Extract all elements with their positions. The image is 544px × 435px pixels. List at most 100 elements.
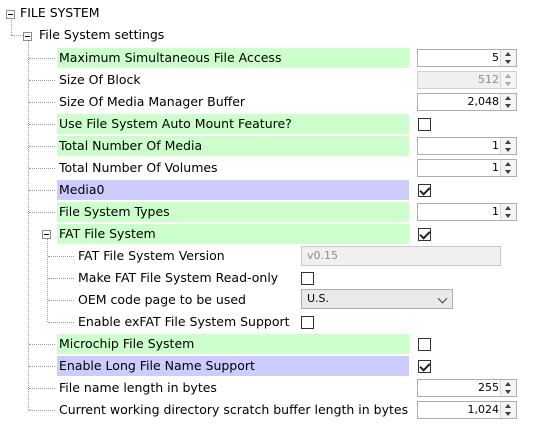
setting-label: Size Of Media Manager Buffer (59, 94, 246, 109)
fat-fs-checkbox[interactable] (418, 228, 431, 241)
max-file-access-spinner[interactable]: 5 (417, 49, 517, 67)
exfat-support-checkbox[interactable] (301, 316, 314, 329)
tree-connector (29, 344, 55, 345)
media-manager-buffer-spinner[interactable]: 2,048 (417, 93, 517, 111)
spin-down-arrow-icon[interactable] (501, 168, 516, 176)
spinner-value: 512 (478, 73, 499, 86)
spin-down-arrow-icon[interactable] (501, 102, 516, 110)
tree-connector (29, 410, 55, 411)
setting-label: FAT File System Version (78, 248, 225, 263)
checkmark-icon (419, 360, 431, 372)
collapse-icon[interactable] (6, 10, 15, 19)
fat-readonly-checkbox[interactable] (301, 272, 314, 285)
total-volumes-spinner[interactable]: 1 (417, 159, 517, 177)
tree-connector (48, 256, 74, 257)
spin-down-arrow-icon[interactable] (501, 388, 516, 396)
total-media-spinner[interactable]: 1 (417, 137, 517, 155)
spin-up-arrow-icon[interactable] (501, 402, 516, 410)
tree-connector (29, 124, 55, 125)
setting-total-media: Total Number Of Media 1 (0, 134, 544, 156)
spin-down-arrow-icon[interactable] (501, 410, 516, 418)
collapse-icon[interactable] (23, 32, 32, 41)
spin-up-arrow-icon[interactable] (501, 94, 516, 102)
setting-label: Size Of Block (59, 72, 141, 87)
collapse-icon[interactable] (42, 230, 51, 239)
fs-types-spinner[interactable]: 1 (417, 203, 517, 221)
spin-up-arrow-icon[interactable] (501, 204, 516, 212)
tree-connector (48, 322, 74, 323)
setting-label: Use File System Auto Mount Feature? (57, 114, 409, 134)
setting-label: Enable exFAT File System Support (78, 314, 290, 329)
block-size-spinner: 512 (417, 71, 517, 89)
spin-up-arrow-icon[interactable] (501, 138, 516, 146)
setting-block-size: Size Of Block 512 (0, 68, 544, 90)
tree-connector (29, 80, 55, 81)
tree-connector (29, 366, 55, 367)
spin-down-arrow-icon[interactable] (501, 146, 516, 154)
tree-node-label: File System settings (39, 27, 165, 42)
spin-up-arrow-icon[interactable] (501, 50, 516, 58)
long-file-name-checkbox[interactable] (418, 360, 431, 373)
setting-long-file-name: Enable Long File Name Support (0, 354, 544, 376)
setting-media0: Media0 (0, 178, 544, 200)
spin-up-arrow-icon (501, 72, 516, 80)
spin-down-arrow-icon[interactable] (501, 58, 516, 66)
spinner-value: 1 (492, 205, 499, 218)
media0-checkbox[interactable] (418, 184, 431, 197)
setting-label: File name length in bytes (59, 380, 217, 395)
tree-node-label: FILE SYSTEM (20, 5, 100, 20)
setting-max-file-access: Maximum Simultaneous File Access 5 (0, 46, 544, 68)
tree-connector (29, 102, 55, 103)
setting-label: OEM code page to be used (78, 292, 246, 307)
setting-label: FAT File System (57, 224, 409, 244)
setting-label: Make FAT File System Read-only (78, 270, 279, 285)
file-name-length-spinner[interactable]: 255 (417, 379, 517, 397)
tree-connector (29, 190, 55, 191)
spin-down-arrow-icon[interactable] (501, 212, 516, 220)
setting-label: Media0 (57, 180, 409, 200)
setting-label: Total Number Of Media (57, 136, 409, 156)
microchip-fs-checkbox[interactable] (418, 338, 431, 351)
cwd-buffer-spinner[interactable]: 1,024 (417, 401, 517, 419)
spinner-value: 1,024 (467, 403, 500, 416)
setting-label: Current working directory scratch buffer… (59, 402, 409, 417)
fat-version-field: v0.15 (301, 246, 501, 266)
select-value: U.S. (307, 292, 330, 305)
setting-label: Microchip File System (57, 334, 409, 354)
oem-code-page-select[interactable]: U.S. (301, 289, 453, 309)
chevron-down-icon[interactable] (437, 293, 448, 304)
setting-fat-version: FAT File System Version v0.15 (0, 244, 544, 266)
setting-microchip-fs: Microchip File System (0, 332, 544, 354)
spinner-value: 5 (492, 51, 499, 64)
spinner-value: 1 (492, 161, 499, 174)
setting-exfat-support: Enable exFAT File System Support (0, 310, 544, 332)
setting-label: File System Types (57, 202, 409, 222)
setting-fs-types: File System Types 1 (0, 200, 544, 222)
spinner-value: 255 (478, 381, 499, 394)
setting-fat-fs: FAT File System (0, 222, 544, 244)
tree-connector (48, 278, 74, 279)
tree-connector (29, 388, 55, 389)
auto-mount-checkbox[interactable] (418, 118, 431, 131)
checkmark-icon (419, 184, 431, 196)
tree-connector (29, 168, 55, 169)
checkmark-icon (419, 228, 431, 240)
file-system-settings-tree: FILE SYSTEM File System settings Maximum… (0, 0, 544, 435)
setting-auto-mount: Use File System Auto Mount Feature? (0, 112, 544, 134)
setting-fat-readonly: Make FAT File System Read-only (0, 266, 544, 288)
spinner-value: 2,048 (467, 95, 500, 108)
setting-total-volumes: Total Number Of Volumes 1 (0, 156, 544, 178)
setting-cwd-buffer: Current working directory scratch buffer… (0, 398, 544, 420)
setting-label: Maximum Simultaneous File Access (57, 48, 409, 68)
tree-connector (29, 146, 55, 147)
tree-connector (29, 212, 55, 213)
tree-node-file-system-settings[interactable]: File System settings (0, 24, 544, 46)
setting-file-name-length: File name length in bytes 255 (0, 376, 544, 398)
tree-connector (29, 58, 55, 59)
setting-media-manager-buffer: Size Of Media Manager Buffer 2,048 (0, 90, 544, 112)
spin-up-arrow-icon[interactable] (501, 160, 516, 168)
spin-up-arrow-icon[interactable] (501, 380, 516, 388)
setting-label: Enable Long File Name Support (57, 356, 409, 376)
tree-connector (48, 300, 74, 301)
tree-node-file-system[interactable]: FILE SYSTEM (0, 2, 544, 24)
